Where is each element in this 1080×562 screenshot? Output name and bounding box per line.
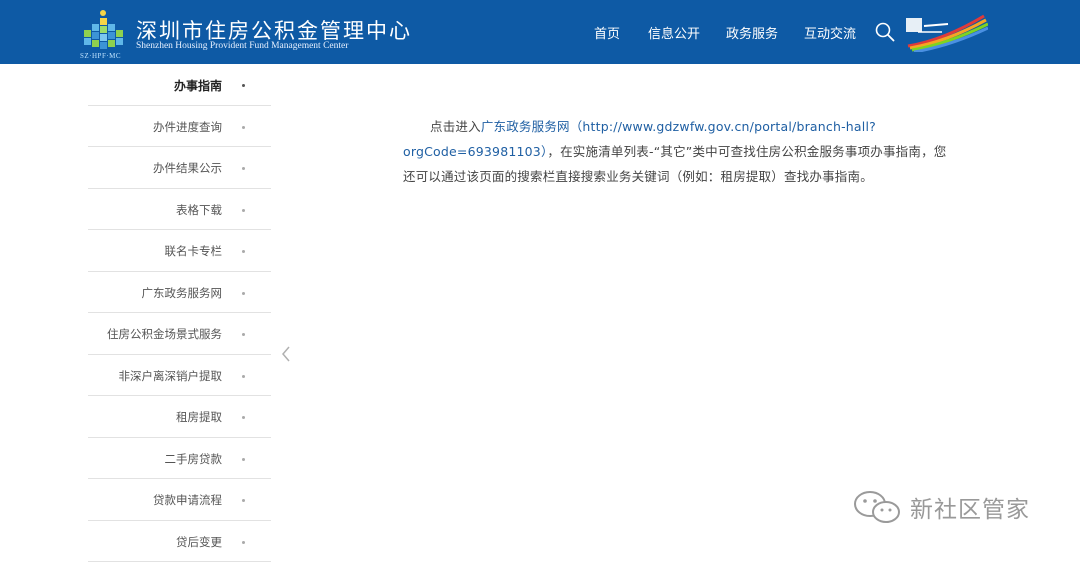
guide-paragraph: 点击进入广东政务服务网（http://www.gdzwfw.gov.cn/por…	[403, 114, 948, 189]
sidebar-item-label: 联名卡专栏	[165, 243, 223, 259]
sidebar-item[interactable]: 贷款申请流程	[88, 479, 271, 521]
site-title-english: Shenzhen Housing Provident Fund Manageme…	[136, 41, 348, 51]
sidebar-item[interactable]: 广东政务服务网	[88, 272, 271, 314]
sidebar-item[interactable]: 表格下载	[88, 189, 271, 231]
nav-info-disclosure[interactable]: 信息公开	[648, 23, 700, 42]
sidebar-item[interactable]: 租房提取	[88, 396, 271, 438]
sidebar-item-label: 表格下载	[176, 202, 222, 218]
sidebar-item-label: 贷后变更	[176, 534, 222, 550]
bullet-dot-icon	[242, 416, 245, 419]
bullet-dot-icon	[242, 126, 245, 129]
bullet-dot-icon	[242, 167, 245, 170]
sidebar-item-label: 办件进度查询	[153, 119, 222, 135]
bullet-dot-icon	[242, 209, 245, 212]
nav-government-services[interactable]: 政务服务	[726, 23, 778, 42]
sidebar-menu: 办事指南办件进度查询办件结果公示表格下载联名卡专栏广东政务服务网住房公积金场景式…	[88, 64, 271, 562]
sidebar-item-label: 广东政务服务网	[142, 285, 223, 301]
bullet-dot-icon	[242, 250, 245, 253]
guide-prefix: 点击进入	[430, 119, 481, 134]
nav-interaction[interactable]: 互动交流	[804, 23, 856, 42]
search-icon[interactable]	[874, 21, 896, 43]
sidebar-item-label: 二手房贷款	[165, 451, 223, 467]
sidebar-item-label: 租房提取	[176, 409, 222, 425]
nav-home[interactable]: 首页	[594, 23, 620, 42]
event-badge-icon[interactable]	[904, 12, 988, 52]
sidebar-item-label: 贷款申请流程	[153, 492, 222, 508]
sidebar-item-label: 非深户离深销户提取	[119, 368, 223, 384]
sidebar-item-label: 办事指南	[174, 77, 222, 94]
site-header: SZ·HPF·MC 深圳市住房公积金管理中心 Shenzhen Housing …	[0, 0, 1080, 64]
bullet-dot-icon	[242, 375, 245, 378]
bullet-dot-icon	[242, 541, 245, 544]
bullet-dot-icon	[242, 499, 245, 502]
sidebar-item[interactable]: 住房公积金场景式服务	[88, 313, 271, 355]
sidebar-item[interactable]: 办件结果公示	[88, 147, 271, 189]
watermark-text: 新社区管家	[910, 490, 1030, 524]
bullet-dot-icon	[242, 292, 245, 295]
sidebar-item[interactable]: 办事指南	[88, 64, 271, 106]
chevron-left-icon[interactable]	[278, 344, 294, 364]
wechat-icon	[848, 488, 908, 526]
sidebar-item-label: 住房公积金场景式服务	[107, 326, 222, 342]
sidebar-item-label: 办件结果公示	[153, 160, 222, 176]
sidebar-item[interactable]: 二手房贷款	[88, 438, 271, 480]
sidebar-item[interactable]: 联名卡专栏	[88, 230, 271, 272]
sidebar-item[interactable]: 非深户离深销户提取	[88, 355, 271, 397]
logo-subtitle: SZ·HPF·MC	[80, 52, 121, 60]
sidebar-item[interactable]: 贷后变更	[88, 521, 271, 562]
bullet-dot-icon	[242, 458, 245, 461]
bullet-dot-icon	[242, 84, 245, 87]
bullet-dot-icon	[242, 333, 245, 336]
sidebar-item[interactable]: 办件进度查询	[88, 106, 271, 148]
